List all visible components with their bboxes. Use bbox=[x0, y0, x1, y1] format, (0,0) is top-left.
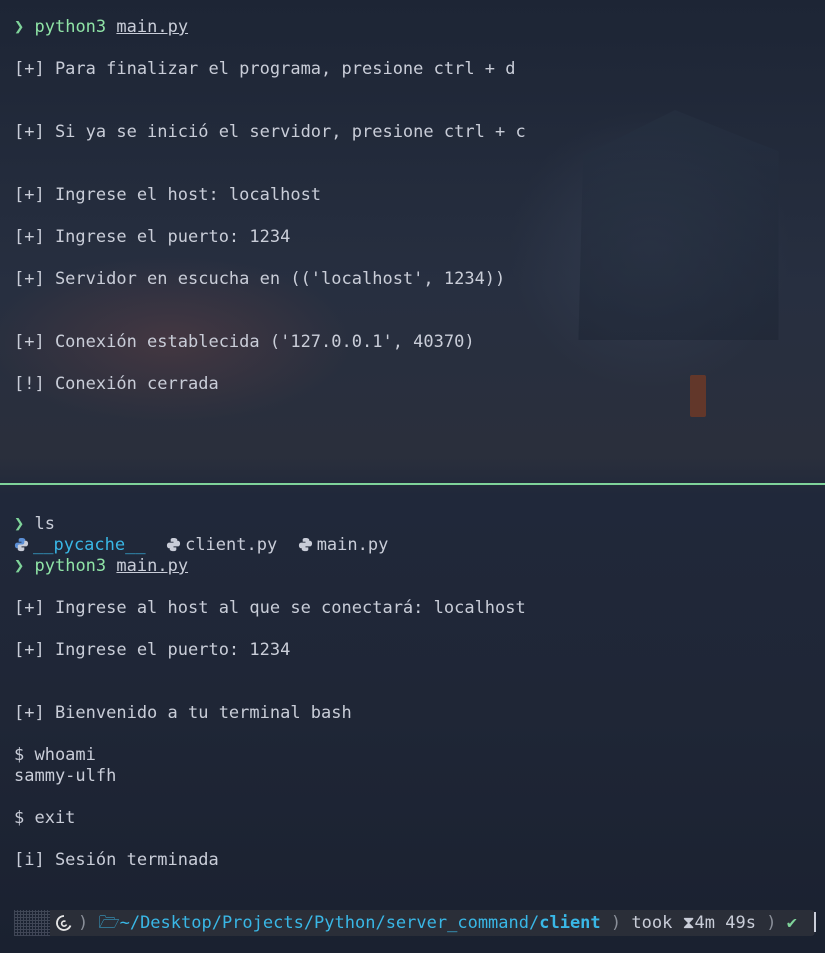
ls-output: __pycache__ client.py main.py bbox=[14, 535, 388, 556]
python-folder-icon bbox=[14, 535, 33, 555]
prompt-arrow: ❯ bbox=[14, 556, 25, 576]
output-line: $ whoami bbox=[14, 745, 96, 765]
output-line: [+] Ingrese el puerto: 1234 bbox=[14, 227, 291, 247]
terminal-pane-bottom[interactable]: ❯ ls __pycache__ client.py main.py ❯ pyt… bbox=[0, 486, 825, 953]
status-content: ) 🗁~/Desktop/Projects/Python/server_comm… bbox=[78, 912, 797, 933]
command-text: python3 bbox=[34, 556, 107, 576]
output-line: [+] Ingrese al host al que se conectará:… bbox=[14, 598, 526, 618]
python-file-icon bbox=[166, 535, 185, 555]
ls-item-client: client.py bbox=[185, 535, 278, 555]
output-line: [+] Ingrese el puerto: 1234 bbox=[14, 640, 291, 660]
command-file: main.py bbox=[116, 556, 189, 576]
command-text: python3 bbox=[34, 17, 107, 37]
prompt-arrow: ❯ bbox=[14, 514, 25, 534]
output-line: sammy-ulfh bbox=[14, 766, 117, 786]
duration-text: 4m 49s bbox=[694, 913, 756, 933]
output-line: [+] Si ya se inició el servidor, presion… bbox=[14, 122, 526, 142]
output-line: [i] Sesión terminada bbox=[14, 850, 219, 870]
ls-item-pycache: __pycache__ bbox=[33, 535, 146, 555]
status-path: ~/Desktop/Projects/Python/server_command… bbox=[119, 913, 540, 933]
output-line: [+] Bienvenido a tu terminal bash bbox=[14, 703, 352, 723]
output-line: [+] Conexión establecida ('127.0.0.1', 4… bbox=[14, 332, 475, 352]
output-line: [+] Servidor en escucha en (('localhost'… bbox=[14, 269, 506, 289]
output-line: [!] Conexión cerrada bbox=[14, 374, 219, 394]
output-line: [+] Para finalizar el programa, presione… bbox=[14, 59, 516, 79]
prompt-line: ❯ python3 main.py bbox=[14, 17, 188, 38]
pane-divider[interactable] bbox=[0, 483, 825, 485]
took-label: took bbox=[631, 913, 673, 933]
command-file: main.py bbox=[116, 17, 189, 37]
debian-icon bbox=[56, 915, 72, 931]
terminal-pane-top[interactable]: ❯ python3 main.py [+] Para finalizar el … bbox=[0, 0, 825, 483]
status-bar-texture bbox=[14, 910, 50, 936]
prompt-arrow: ❯ bbox=[14, 17, 25, 37]
ls-command: ls bbox=[34, 514, 55, 534]
status-dir: client bbox=[539, 913, 601, 933]
folder-open-icon: 🗁 bbox=[98, 913, 120, 933]
prompt-status-bar: ) 🗁~/Desktop/Projects/Python/server_comm… bbox=[14, 910, 815, 936]
check-icon: ✔ bbox=[786, 913, 797, 933]
prompt-line: ❯ python3 main.py bbox=[14, 556, 188, 577]
ls-item-main: main.py bbox=[316, 535, 389, 555]
prompt-line: ❯ ls bbox=[14, 514, 55, 535]
separator-chevron: ) bbox=[610, 913, 622, 933]
separator-chevron: ) bbox=[766, 913, 777, 933]
separator-chevron: ) bbox=[78, 913, 89, 933]
python-file-icon bbox=[298, 535, 317, 555]
text-cursor bbox=[814, 912, 816, 932]
hourglass-icon: ⧗ bbox=[682, 913, 695, 933]
output-line: $ exit bbox=[14, 808, 76, 828]
output-line: [+] Ingrese el host: localhost bbox=[14, 185, 322, 205]
